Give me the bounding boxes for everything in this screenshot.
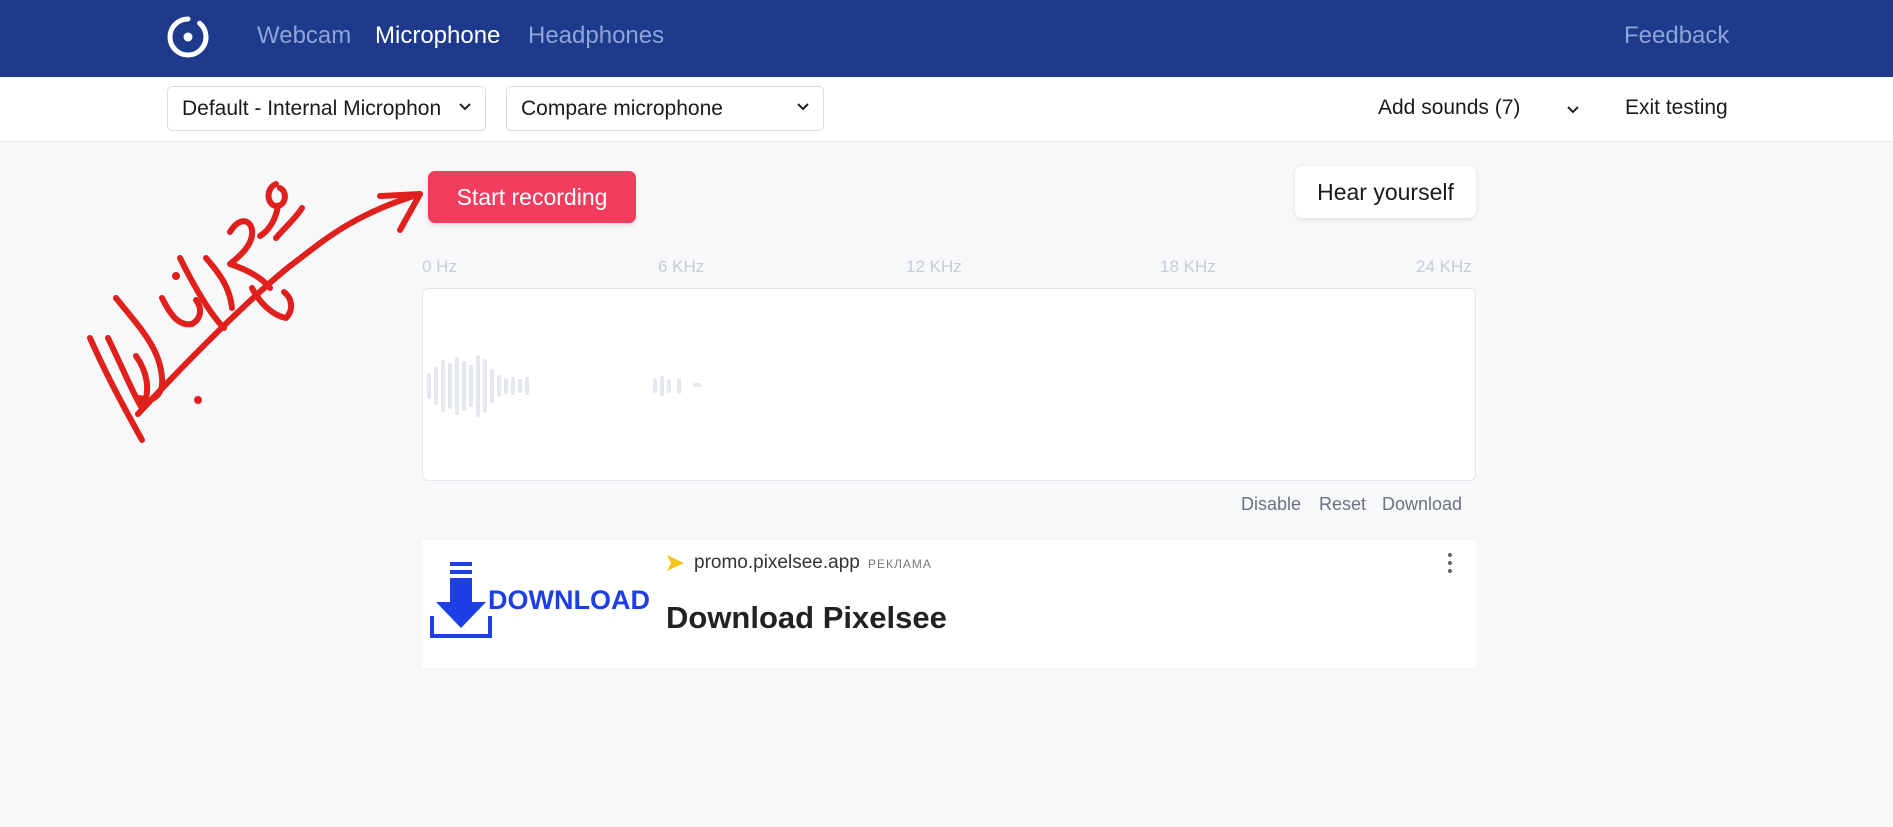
ad-label: РЕКЛАМА xyxy=(868,557,932,571)
compare-select-value: Compare microphone xyxy=(521,97,723,120)
download-ad-image[interactable]: DOWNLOAD xyxy=(428,562,658,644)
advertisement[interactable]: DOWNLOAD promo.pixelsee.app РЕКЛАМА Down… xyxy=(422,540,1476,668)
frequency-label: 0 Hz xyxy=(422,257,457,276)
frequency-label: 24 KHz xyxy=(1416,257,1472,276)
device-toolbar: Default - Internal Microphon Compare mic… xyxy=(0,77,1893,142)
exit-testing-button[interactable]: Exit testing xyxy=(1625,96,1728,120)
microphone-select[interactable]: Default - Internal Microphon xyxy=(167,86,486,131)
nav-headphones-link[interactable]: Headphones xyxy=(528,22,664,50)
logo-icon[interactable] xyxy=(166,15,210,59)
waveform-graphic xyxy=(427,355,701,417)
chevron-down-icon xyxy=(797,103,809,111)
hear-yourself-button[interactable]: Hear yourself xyxy=(1295,166,1476,218)
frequency-label: 18 KHz xyxy=(1160,257,1216,276)
download-button[interactable]: Download xyxy=(1382,494,1462,515)
frequency-label: 12 KHz xyxy=(906,257,962,276)
nav-webcam-link[interactable]: Webcam xyxy=(257,22,351,50)
chevron-down-icon xyxy=(459,103,471,111)
frequency-label: 6 KHz xyxy=(658,257,705,276)
disable-button[interactable]: Disable xyxy=(1241,494,1301,515)
play-icon xyxy=(667,555,684,571)
compare-microphone-select[interactable]: Compare microphone xyxy=(506,86,824,131)
handwritten-annotation-arrow xyxy=(87,181,423,443)
top-navbar: Webcam Microphone Headphones Feedback xyxy=(0,0,1893,77)
chevron-down-icon[interactable] xyxy=(1565,101,1581,117)
microphone-select-value: Default - Internal Microphon xyxy=(182,97,442,120)
nav-microphone-link[interactable]: Microphone xyxy=(375,22,500,50)
more-options-icon[interactable] xyxy=(1446,552,1454,574)
ad-title[interactable]: Download Pixelsee xyxy=(666,600,947,636)
ad-domain[interactable]: promo.pixelsee.app xyxy=(694,552,860,574)
add-sounds-dropdown[interactable]: Add sounds (7) xyxy=(1378,96,1520,120)
reset-button[interactable]: Reset xyxy=(1319,494,1366,515)
feedback-link[interactable]: Feedback xyxy=(1624,22,1729,50)
frequency-spectrum xyxy=(422,288,1476,481)
ad-image-text: DOWNLOAD xyxy=(488,585,650,615)
start-recording-button[interactable]: Start recording xyxy=(428,171,636,223)
